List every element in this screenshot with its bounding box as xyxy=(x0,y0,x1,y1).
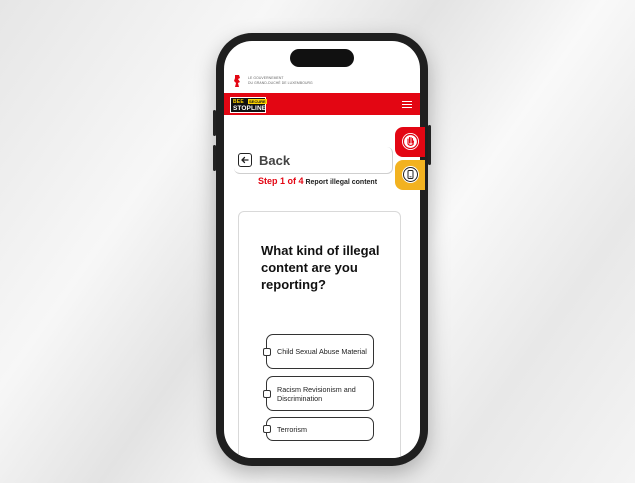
option-label: Child Sexual Abuse Material xyxy=(277,347,367,356)
phone-side-button xyxy=(213,110,216,136)
report-tab[interactable] xyxy=(395,127,425,157)
government-header: LE GOUVERNEMENT DU GRAND-DUCHÉ DE LUXEMB… xyxy=(224,71,420,93)
question-heading: What kind of illegal content are you rep… xyxy=(261,243,380,292)
option-label: Racism Revisionism and Discrimination xyxy=(277,384,356,403)
checkbox[interactable] xyxy=(263,347,271,356)
phone-power-button xyxy=(428,125,431,165)
government-title: LE GOUVERNEMENT DU GRAND-DUCHÉ DE LUXEMB… xyxy=(248,76,313,85)
step-counter: Step 1 of 4 xyxy=(258,176,304,186)
checkbox[interactable] xyxy=(263,425,271,433)
phone-side-button xyxy=(213,145,216,171)
dynamic-island xyxy=(290,49,354,67)
bee-secure-stopline-logo[interactable]: BEE SECURE STOPLINE xyxy=(230,97,267,113)
site-header: BEE SECURE STOPLINE xyxy=(224,93,420,115)
option-racism[interactable]: Racism Revisionism and Discrimination xyxy=(263,376,374,411)
secondary-tab[interactable] xyxy=(395,160,425,190)
lion-emblem-icon xyxy=(234,75,240,87)
phone-screen: LE GOUVERNEMENT DU GRAND-DUCHÉ DE LUXEMB… xyxy=(224,41,420,458)
step-indicator: Step 1 of 4 Report illegal content xyxy=(258,176,408,188)
checkbox[interactable] xyxy=(263,389,271,398)
option-terrorism[interactable]: Terrorism xyxy=(263,417,374,441)
back-button[interactable]: Back xyxy=(259,153,290,168)
option-label: Terrorism xyxy=(277,424,307,434)
step-title: Report illegal content xyxy=(305,179,378,186)
arrow-left-icon[interactable] xyxy=(238,153,252,167)
hamburger-menu-icon[interactable] xyxy=(402,101,412,108)
stop-hand-icon xyxy=(402,133,419,150)
back-button-outline xyxy=(234,147,393,174)
phone-icon xyxy=(402,166,419,183)
option-csam[interactable]: Child Sexual Abuse Material xyxy=(263,334,374,369)
